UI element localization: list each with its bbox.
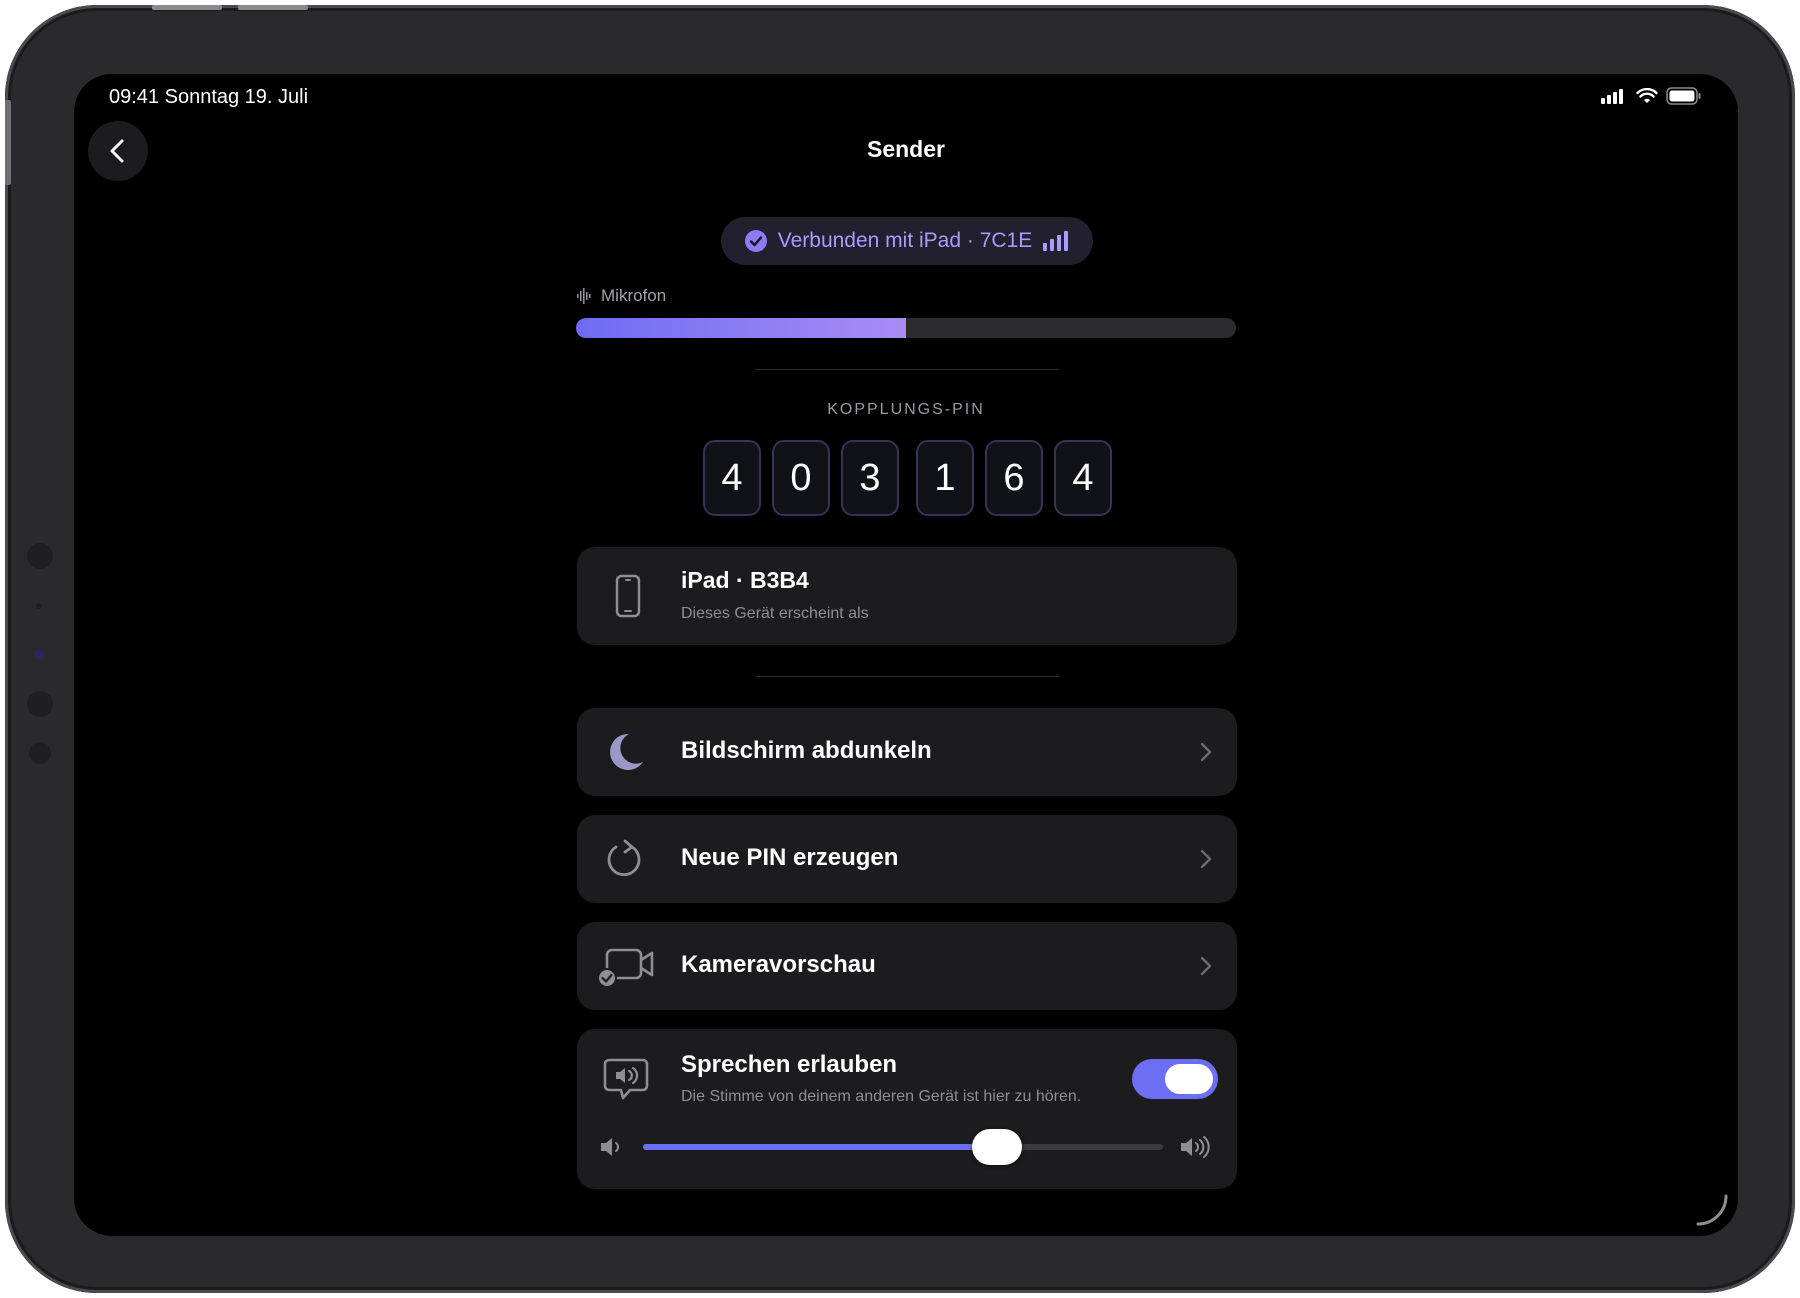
dim-screen-label: Bildschirm abdunkeln xyxy=(681,737,932,764)
pin-digit: 4 xyxy=(703,440,761,516)
iphone-icon xyxy=(615,574,641,618)
device-name-card: iPad · B3B4 Dieses Gerät erscheint als xyxy=(577,547,1237,645)
microphone-level-meter xyxy=(576,318,1236,338)
waveform-icon xyxy=(577,288,591,304)
moon-icon xyxy=(610,733,643,770)
sensor xyxy=(36,603,42,609)
signal-bars-icon xyxy=(1043,231,1069,251)
allow-speech-card: Sprechen erlauben Die Stimme von deinem … xyxy=(577,1029,1237,1189)
allow-speech-title: Sprechen erlauben xyxy=(681,1051,898,1078)
speaker-low-icon xyxy=(601,1138,619,1156)
wifi-icon xyxy=(1636,88,1658,103)
divider xyxy=(755,676,1059,677)
chevron-right-icon xyxy=(1200,849,1212,869)
checkmark-circle-icon xyxy=(744,230,767,252)
device-name: iPad · B3B4 xyxy=(681,567,809,593)
connection-status-label: Verbunden mit iPad · 7C1E xyxy=(777,229,1033,252)
pairing-pin-title: KOPPLUNGS-PIN xyxy=(827,401,985,418)
allow-speech-description: Die Stimme von deinem anderen Gerät ist … xyxy=(681,1088,1082,1105)
new-pin-label: Neue PIN erzeugen xyxy=(681,844,899,871)
video-camera-icon xyxy=(597,948,654,988)
page-title: Sender xyxy=(867,136,945,162)
status-indicators xyxy=(1600,87,1702,105)
front-camera xyxy=(34,649,44,659)
microphone-label: Mikrofon xyxy=(601,286,667,305)
volume-slider-fill xyxy=(643,1144,997,1150)
volume-slider[interactable] xyxy=(643,1129,1163,1165)
refresh-icon xyxy=(607,839,641,877)
camera-preview-label: Kameravorschau xyxy=(681,951,876,978)
resize-corner-indicator xyxy=(1696,1194,1728,1226)
device-name-caption: Dieses Gerät erscheint als xyxy=(681,605,869,622)
cellular-signal-icon xyxy=(1601,89,1623,104)
pin-digit: 1 xyxy=(916,440,974,516)
top-button-right xyxy=(238,5,308,10)
microphone-level-fill xyxy=(576,318,906,338)
pin-digit: 3 xyxy=(841,440,899,516)
pin-digit: 4 xyxy=(1054,440,1112,516)
sensor xyxy=(27,691,53,717)
volume-slider-thumb[interactable] xyxy=(971,1129,1022,1165)
status-time-date: 09:41 Sonntag 19. Juli xyxy=(109,86,309,108)
top-button-left xyxy=(152,5,222,10)
speaker-high-icon xyxy=(1181,1136,1210,1158)
sensor xyxy=(29,742,51,764)
camera-preview-row[interactable]: Kameravorschau xyxy=(577,922,1237,1010)
new-pin-row[interactable]: Neue PIN erzeugen xyxy=(577,815,1237,903)
battery-icon xyxy=(1666,87,1701,105)
pin-digit: 6 xyxy=(985,440,1043,516)
chevron-right-icon xyxy=(1200,742,1212,762)
ipad-frame: 09:41 Sonntag 19. Juli Sender Verbunden … xyxy=(5,5,1795,1293)
dim-screen-row[interactable]: Bildschirm abdunkeln xyxy=(577,708,1237,796)
speech-bubble-speaker-icon xyxy=(603,1058,649,1100)
side-button xyxy=(5,100,11,185)
connection-status-badge: Verbunden mit iPad · 7C1E xyxy=(721,217,1093,265)
microphone-label-row: Mikrofon xyxy=(577,286,666,306)
sensor xyxy=(27,543,53,569)
pin-digit: 0 xyxy=(772,440,830,516)
allow-speech-toggle[interactable] xyxy=(1132,1059,1218,1099)
divider xyxy=(755,369,1059,370)
screen: 09:41 Sonntag 19. Juli Sender Verbunden … xyxy=(74,74,1738,1236)
toggle-knob xyxy=(1165,1064,1213,1094)
chevron-right-icon xyxy=(1200,956,1212,976)
